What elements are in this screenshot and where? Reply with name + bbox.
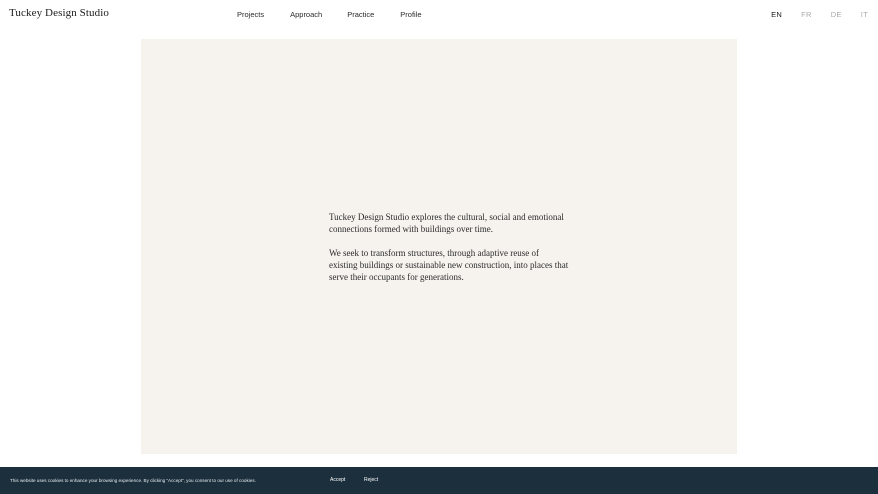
language-switcher: EN FR DE IT — [752, 10, 868, 20]
language-en[interactable]: EN — [771, 10, 782, 20]
nav-approach[interactable]: Approach — [290, 10, 322, 20]
cookie-banner: This website uses cookies to enhance you… — [0, 467, 878, 494]
statement-paragraph-1: Tuckey Design Studio explores the cultur… — [329, 212, 564, 234]
language-fr[interactable]: FR — [801, 10, 812, 20]
statement-paragraph-2: We seek to transform structures, through… — [329, 248, 569, 282]
reject-cookies-button[interactable]: Reject — [364, 477, 378, 484]
site-header: Tuckey Design Studio Projects Approach P… — [0, 0, 878, 30]
nav-practice[interactable]: Practice — [347, 10, 374, 20]
cookie-message: This website uses cookies to enhance you… — [10, 478, 256, 483]
language-de[interactable]: DE — [831, 10, 842, 20]
main-nav: Projects Approach Practice Profile — [237, 10, 422, 20]
accept-cookies-button[interactable]: Accept — [330, 477, 345, 484]
studio-statement: Tuckey Design Studio explores the cultur… — [329, 211, 569, 295]
language-it[interactable]: IT — [861, 10, 868, 20]
page: Tuckey Design Studio Projects Approach P… — [0, 0, 878, 494]
nav-projects[interactable]: Projects — [237, 10, 264, 20]
nav-profile[interactable]: Profile — [400, 10, 421, 20]
hero-panel: Tuckey Design Studio explores the cultur… — [141, 39, 737, 454]
site-logo[interactable]: Tuckey Design Studio — [9, 7, 109, 20]
